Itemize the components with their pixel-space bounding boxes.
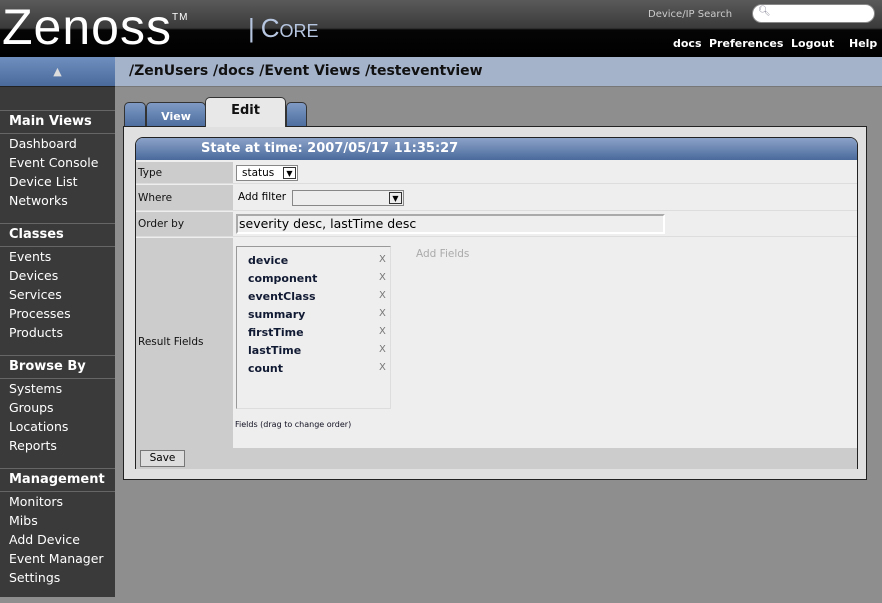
result-field-item[interactable]: component: [248, 272, 317, 285]
breadcrumb[interactable]: /ZenUsers /docs /Event Views /testeventv…: [129, 63, 483, 79]
device-search-input[interactable]: 🔍︎: [752, 4, 875, 23]
save-button[interactable]: Save: [140, 450, 185, 467]
type-row: Type status ▼: [136, 162, 857, 184]
type-label: Type: [136, 162, 233, 183]
tab-spacer: [124, 102, 146, 127]
order-row: Order by severity desc, lastTime desc: [136, 212, 857, 237]
type-select[interactable]: status ▼: [236, 165, 298, 181]
remove-field-icon[interactable]: X: [379, 344, 386, 355]
remove-field-icon[interactable]: X: [379, 254, 386, 265]
search-label: Device/IP Search: [648, 9, 733, 20]
sidebar-item-groups[interactable]: Groups: [0, 398, 115, 417]
event-view-form: State at time: 2007/05/17 11:35:27 Type …: [135, 137, 858, 469]
where-row: Where Add filter ▼: [136, 185, 857, 211]
product-label: Core: [260, 13, 319, 43]
sidebar-item-networks[interactable]: Networks: [0, 191, 115, 210]
sidebar-heading: Browse By: [0, 356, 115, 379]
remove-field-icon[interactable]: X: [379, 326, 386, 337]
where-label: Where: [136, 185, 233, 210]
triangle-up-icon: ▲: [53, 65, 62, 78]
add-filter-label: Add filter: [238, 191, 287, 203]
product-name: | Core: [248, 13, 319, 43]
sidebar-section: Classes Events Devices Services Processes Pro…: [0, 223, 115, 355]
tab-edit[interactable]: Edit: [205, 97, 286, 127]
user-link[interactable]: docs: [673, 37, 702, 50]
sidebar-item-locations[interactable]: Locations: [0, 417, 115, 436]
chevron-down-icon: ▼: [283, 167, 296, 179]
result-field-item[interactable]: device: [248, 254, 288, 267]
sidebar-section: Management Monitors Mibs Add Device Event Ma…: [0, 468, 115, 600]
tab-view[interactable]: View: [146, 102, 206, 127]
result-fields-row: Result Fields device Xcomponent XeventClas…: [136, 238, 857, 448]
sidebar-heading: Main Views: [0, 111, 115, 134]
order-label: Order by: [136, 212, 233, 236]
sidebar-item-settings[interactable]: Settings: [0, 568, 115, 587]
help-link[interactable]: Help: [849, 37, 877, 50]
result-fields-label: Result Fields: [136, 238, 233, 448]
sidebar-item-services[interactable]: Services: [0, 285, 115, 304]
tab-spacer: [286, 102, 307, 127]
sidebar-item-processes[interactable]: Processes: [0, 304, 115, 323]
order-by-input[interactable]: severity desc, lastTime desc: [236, 214, 665, 234]
edit-panel: State at time: 2007/05/17 11:35:27 Type …: [123, 126, 867, 480]
sidebar-section: Main Views Dashboard Event Console Device L…: [0, 110, 115, 223]
remove-field-icon[interactable]: X: [379, 272, 386, 283]
add-fields-label[interactable]: Add Fields: [416, 248, 469, 260]
type-value: status: [242, 167, 275, 179]
search-icon: 🔍︎: [758, 6, 771, 17]
result-fields-list[interactable]: device Xcomponent XeventClass Xsummary Xfirs…: [236, 246, 391, 409]
sidebar-item-products[interactable]: Products: [0, 323, 115, 342]
sidebar-heading: Classes: [0, 224, 115, 247]
sidebar-item-event-manager[interactable]: Event Manager: [0, 549, 115, 568]
sidebar-item-systems[interactable]: Systems: [0, 379, 115, 398]
sidebar-section: Browse By Systems Groups Locations Reports: [0, 355, 115, 468]
sidebar-item-monitors[interactable]: Monitors: [0, 492, 115, 511]
chevron-down-icon: ▼: [389, 192, 402, 204]
result-field-item[interactable]: lastTime: [248, 344, 301, 357]
sidebar-item-mibs[interactable]: Mibs: [0, 511, 115, 530]
sidebar-item-events[interactable]: Events: [0, 247, 115, 266]
result-field-item[interactable]: firstTime: [248, 326, 304, 339]
result-field-item[interactable]: count: [248, 362, 283, 375]
sidebar-item-reports[interactable]: Reports: [0, 436, 115, 455]
sidebar-item-dashboard[interactable]: Dashboard: [0, 134, 115, 153]
remove-field-icon[interactable]: X: [379, 308, 386, 319]
add-filter-select[interactable]: ▼: [292, 190, 404, 206]
logout-link[interactable]: Logout: [791, 37, 834, 50]
remove-field-icon[interactable]: X: [379, 362, 386, 373]
preferences-link[interactable]: Preferences: [709, 37, 783, 50]
breadcrumb-bar: /ZenUsers /docs /Event Views /testeventv…: [115, 57, 882, 87]
result-field-item[interactable]: eventClass: [248, 290, 316, 303]
sidebar-item-devices[interactable]: Devices: [0, 266, 115, 285]
form-title: State at time: 2007/05/17 11:35:27: [136, 138, 857, 160]
sidebar-collapse-button[interactable]: ▲: [0, 57, 115, 87]
sidebar: ▲ Main Views Dashboard Event Console Device…: [0, 57, 115, 597]
trademark: TM: [171, 12, 189, 23]
header: ZenossTM | Core Device/IP Search 🔍︎ docs …: [0, 0, 882, 57]
logo-text: Zenoss: [2, 0, 172, 55]
remove-field-icon[interactable]: X: [379, 290, 386, 301]
sidebar-item-add-device[interactable]: Add Device: [0, 530, 115, 549]
zenoss-logo[interactable]: ZenossTM: [2, 0, 188, 56]
result-field-item[interactable]: summary: [248, 308, 305, 321]
fields-hint: Fields (drag to change order): [235, 420, 352, 429]
sidebar-item-event-console[interactable]: Event Console: [0, 153, 115, 172]
sidebar-item-device-list[interactable]: Device List: [0, 172, 115, 191]
sidebar-heading: Management: [0, 469, 115, 492]
form-footer: Save: [136, 448, 857, 469]
